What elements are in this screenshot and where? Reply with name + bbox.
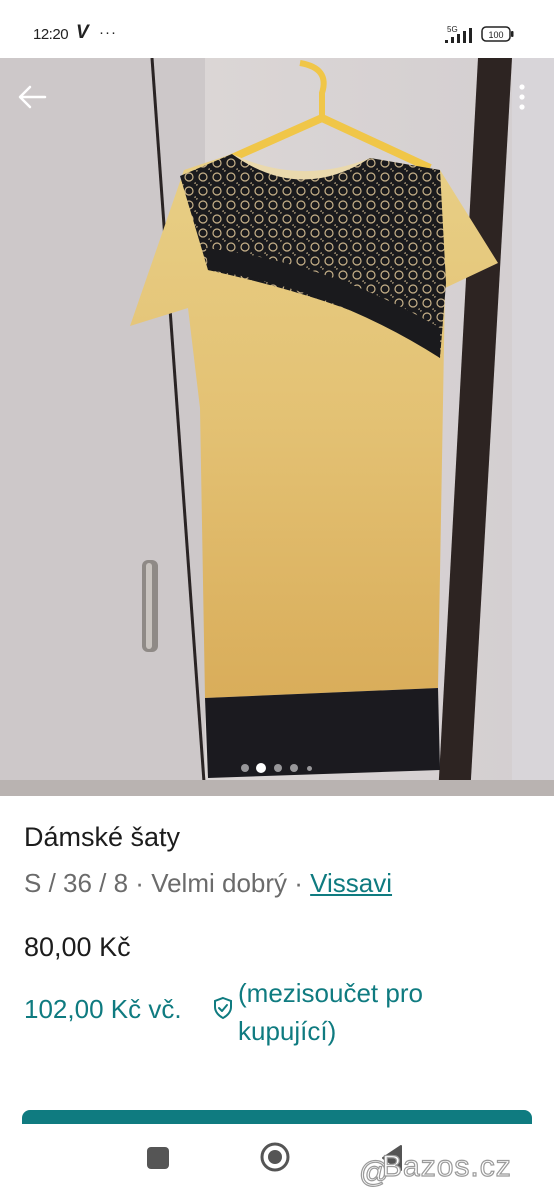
watermark-text: Bazos.cz bbox=[381, 1149, 512, 1183]
buy-button[interactable] bbox=[22, 1110, 532, 1124]
home-circle-icon[interactable] bbox=[259, 1141, 291, 1173]
size-label: S / 36 / 8 bbox=[24, 868, 129, 898]
status-time: 12:20 bbox=[33, 26, 69, 43]
shield-check-icon[interactable] bbox=[212, 996, 234, 1020]
product-image-gallery[interactable] bbox=[0, 58, 554, 796]
item-price: 80,00 Kč bbox=[24, 932, 131, 962]
buyer-protection-note[interactable]: (mezisoučet pro kupující) bbox=[238, 974, 478, 1050]
gallery-page-indicator bbox=[239, 761, 319, 775]
status-bar: 12:20 V ··· 5G 100 bbox=[0, 0, 554, 58]
more-vertical-icon[interactable] bbox=[512, 82, 532, 114]
product-photo bbox=[0, 58, 554, 796]
listing-meta: S / 36 / 8 · Velmi dobrý · Vissavi bbox=[24, 868, 392, 899]
notification-more-icon: ··· bbox=[99, 24, 117, 41]
signal-icon: 5G bbox=[445, 25, 472, 43]
recents-square-icon[interactable] bbox=[147, 1147, 169, 1169]
back-arrow-icon[interactable] bbox=[16, 84, 48, 110]
carrier-icon: V bbox=[76, 22, 89, 43]
buyer-total-price[interactable]: 102,00 Kč vč. bbox=[24, 994, 182, 1025]
separator: · bbox=[128, 868, 152, 898]
page-dot[interactable] bbox=[241, 764, 249, 772]
page-dot[interactable] bbox=[290, 764, 298, 772]
separator: · bbox=[287, 868, 311, 898]
listing-title: Dámské šaty bbox=[24, 822, 181, 852]
battery-level: 100 bbox=[488, 30, 503, 40]
condition-label: Velmi dobrý bbox=[151, 868, 288, 898]
page-dot[interactable] bbox=[274, 764, 282, 772]
battery-icon: 100 bbox=[481, 26, 514, 42]
brand-link[interactable]: Vissavi bbox=[310, 868, 392, 898]
page-dot-active[interactable] bbox=[256, 763, 266, 773]
page-dot-small[interactable] bbox=[307, 766, 312, 771]
network-label: 5G bbox=[447, 25, 458, 34]
